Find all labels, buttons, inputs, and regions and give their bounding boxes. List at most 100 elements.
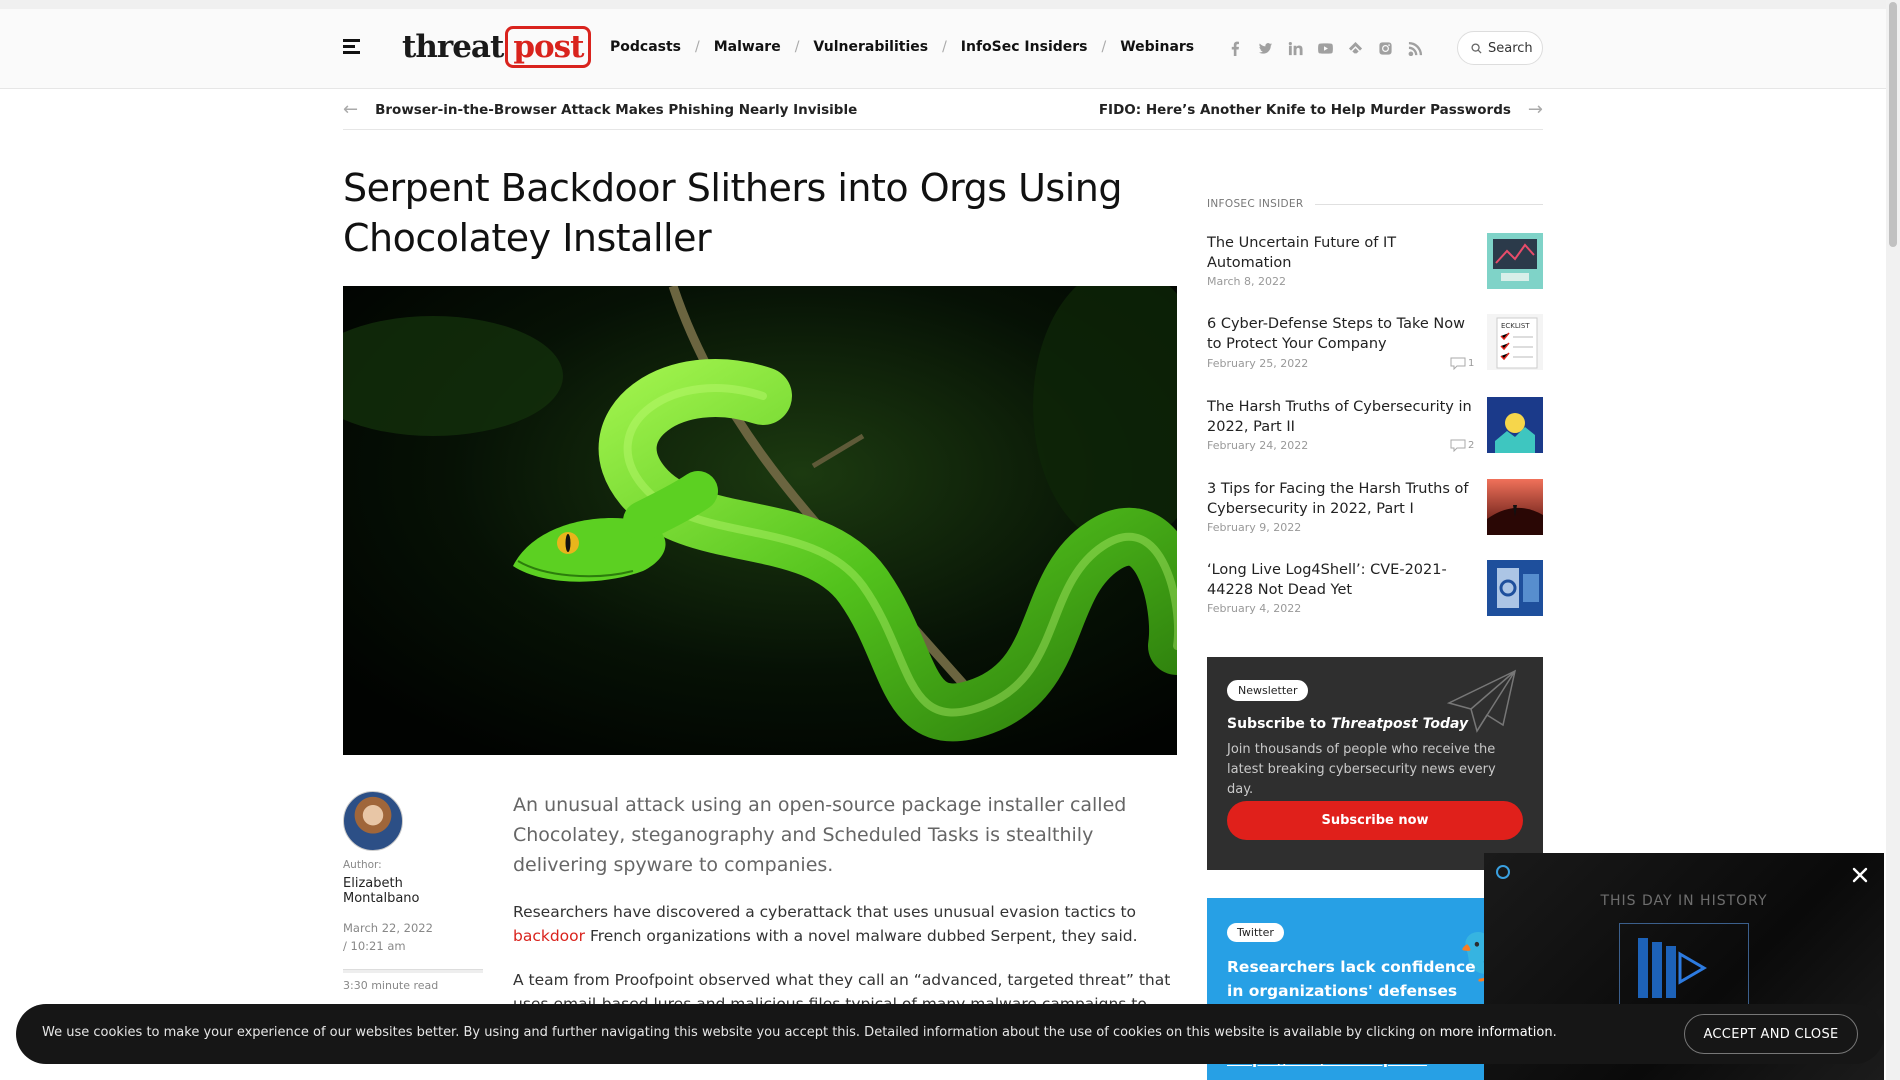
sidebar-title-text: INFOSEC INSIDER: [1207, 198, 1304, 210]
sidebar-section-title: INFOSEC INSIDER: [1207, 198, 1543, 210]
sidebar-article-title[interactable]: ‘Long Live Log4Shell’: CVE-2021-44228 No…: [1207, 560, 1477, 600]
arrow-right-icon: →: [1527, 99, 1543, 120]
article-hero-image: [343, 286, 1177, 755]
video-thumbnail[interactable]: [1619, 923, 1749, 1013]
sidebar-article-thumbnail[interactable]: ECKLIST: [1487, 314, 1543, 370]
subscribe-button[interactable]: Subscribe now: [1227, 801, 1523, 840]
threatpost-logo[interactable]: threat post: [402, 25, 592, 69]
main-nav: Podcasts / Malware / Vulnerabilities / I…: [610, 39, 1194, 55]
sidebar-article-date: February 9, 2022: [1207, 521, 1302, 534]
reading-progress-bar: [343, 969, 483, 973]
sidebar-article-item[interactable]: 3 Tips for Facing the Harsh Truths of Cy…: [1207, 479, 1543, 537]
linkedin-icon[interactable]: [1288, 41, 1303, 56]
article-lede: An unusual attack using an open-source p…: [513, 794, 1127, 876]
logo-threat: threat: [402, 29, 504, 65]
sidebar-article-date: February 24, 2022: [1207, 439, 1309, 452]
sidebar-article-item[interactable]: 6 Cyber-Defense Steps to Take Now to Pro…: [1207, 314, 1543, 372]
author-name[interactable]: Elizabeth Montalbano: [343, 876, 483, 906]
comment-count-value: 2: [1468, 440, 1475, 451]
sidebar-article-thumbnail[interactable]: [1487, 397, 1543, 453]
feedly-icon[interactable]: [1348, 41, 1363, 56]
newsletter-heading-name: Threatpost Today: [1330, 716, 1469, 732]
top-strip: [0, 0, 1886, 9]
video-title: THIS DAY IN HISTORY: [1600, 893, 1768, 909]
nav-infosec-insiders[interactable]: InfoSec Insiders: [961, 39, 1088, 55]
social-links: [1228, 41, 1423, 56]
comment-icon: [1450, 439, 1466, 452]
next-article-title: FIDO: Here’s Another Knife to Help Murde…: [1098, 101, 1511, 118]
instagram-icon[interactable]: [1378, 41, 1393, 56]
cookie-text: We use cookies to make your experience o…: [42, 1025, 1557, 1040]
twitter-icon[interactable]: [1258, 41, 1273, 56]
paragraph-text: Researchers have discovered a cyberattac…: [513, 903, 1137, 921]
facebook-icon[interactable]: [1228, 41, 1243, 56]
nav-vulnerabilities[interactable]: Vulnerabilities: [813, 39, 928, 55]
youtube-icon[interactable]: [1318, 41, 1333, 56]
player-logo-icon: [1496, 865, 1510, 879]
article-date-day: March 22, 2022: [343, 921, 433, 935]
menu-icon[interactable]: [343, 39, 360, 55]
sidebar-article-date: March 8, 2022: [1207, 275, 1287, 288]
author-label: Author:: [343, 859, 382, 871]
newsletter-description: Join thousands of people who receive the…: [1227, 742, 1496, 797]
more-information-link[interactable]: more information: [1440, 1025, 1553, 1040]
sidebar-article-title[interactable]: The Harsh Truths of Cybersecurity in 202…: [1207, 397, 1477, 437]
nav-separator: /: [942, 39, 947, 55]
cookie-message: We use cookies to make your experience o…: [42, 1025, 1440, 1040]
article-paragraph: Researchers have discovered a cyberattac…: [513, 900, 1183, 948]
sidebar-article-thumbnail[interactable]: [1487, 560, 1543, 616]
comment-count[interactable]: 1: [1450, 357, 1474, 370]
sidebar-article-title[interactable]: 3 Tips for Facing the Harsh Truths of Cy…: [1207, 479, 1477, 519]
article-prev-next: ← Browser-in-the-Browser Attack Makes Ph…: [343, 89, 1543, 130]
prev-article-title: Browser-in-the-Browser Attack Makes Phis…: [375, 101, 858, 118]
sidebar-article-item[interactable]: The Harsh Truths of Cybersecurity in 202…: [1207, 397, 1543, 455]
sidebar-article-thumbnail[interactable]: [1487, 233, 1543, 289]
nav-separator: /: [695, 39, 700, 55]
prev-article-link[interactable]: ← Browser-in-the-Browser Attack Makes Ph…: [343, 99, 857, 120]
logo-post: post: [505, 26, 592, 68]
newsletter-heading: Subscribe to Threatpost Today: [1227, 716, 1468, 732]
cookie-message-end: .: [1552, 1025, 1557, 1040]
nav-webinars[interactable]: Webinars: [1120, 39, 1194, 55]
author-block: Author: Elizabeth Montalbano March 22, 2…: [343, 791, 483, 992]
search-button[interactable]: Search: [1457, 31, 1543, 65]
history-logo-icon: [1638, 938, 1707, 998]
site-header: threat post Podcasts / Malware / Vulnera…: [0, 9, 1886, 89]
comment-count-value: 1: [1468, 358, 1475, 369]
author-avatar[interactable]: [343, 791, 403, 851]
divider: [1315, 203, 1543, 205]
newsletter-widget: Newsletter Subscribe to Threatpost Today…: [1207, 657, 1543, 870]
sidebar-article-date: February 4, 2022: [1207, 602, 1302, 615]
scrollbar-thumb[interactable]: [1889, 2, 1897, 247]
page-scrollbar[interactable]: [1886, 0, 1900, 1080]
arrow-left-icon: ←: [343, 99, 359, 120]
nav-malware[interactable]: Malware: [714, 39, 781, 55]
nav-podcasts[interactable]: Podcasts: [610, 39, 681, 55]
search-label: Search: [1488, 40, 1533, 56]
close-icon[interactable]: [1850, 865, 1870, 885]
comment-icon: [1450, 357, 1466, 370]
comment-count[interactable]: 2: [1450, 439, 1474, 452]
newsletter-heading-prefix: Subscribe to: [1227, 716, 1331, 732]
next-article-link[interactable]: FIDO: Here’s Another Knife to Help Murde…: [1099, 99, 1543, 120]
backdoor-link[interactable]: backdoor: [513, 927, 585, 945]
accept-and-close-button[interactable]: ACCEPT AND CLOSE: [1684, 1014, 1858, 1054]
cookie-consent-bar: We use cookies to make your experience o…: [16, 1004, 1884, 1064]
sidebar-article-title[interactable]: The Uncertain Future of IT Automation: [1207, 233, 1477, 273]
nav-separator: /: [1101, 39, 1107, 55]
twitter-badge: Twitter: [1227, 923, 1284, 942]
search-icon: [1471, 42, 1482, 54]
nav-separator: /: [794, 39, 800, 55]
sidebar-article-title[interactable]: 6 Cyber-Defense Steps to Take Now to Pro…: [1207, 314, 1477, 354]
article-date-time: / 10:21 am: [343, 939, 406, 953]
paragraph-text: French organizations with a novel malwar…: [585, 927, 1138, 945]
sidebar-article-date: February 25, 2022: [1207, 357, 1309, 370]
article-date: March 22, 2022 / 10:21 am: [343, 919, 483, 955]
sidebar-article-item[interactable]: The Uncertain Future of IT Automation Ma…: [1207, 233, 1543, 291]
read-time: 3:30 minute read: [343, 979, 439, 992]
article-title: Serpent Backdoor Slithers into Orgs Usin…: [343, 166, 1122, 260]
rss-icon[interactable]: [1408, 41, 1423, 56]
svg-text:ECKLIST: ECKLIST: [1501, 322, 1530, 330]
sidebar-article-thumbnail[interactable]: [1487, 479, 1543, 535]
sidebar-article-item[interactable]: ‘Long Live Log4Shell’: CVE-2021-44228 No…: [1207, 560, 1543, 618]
